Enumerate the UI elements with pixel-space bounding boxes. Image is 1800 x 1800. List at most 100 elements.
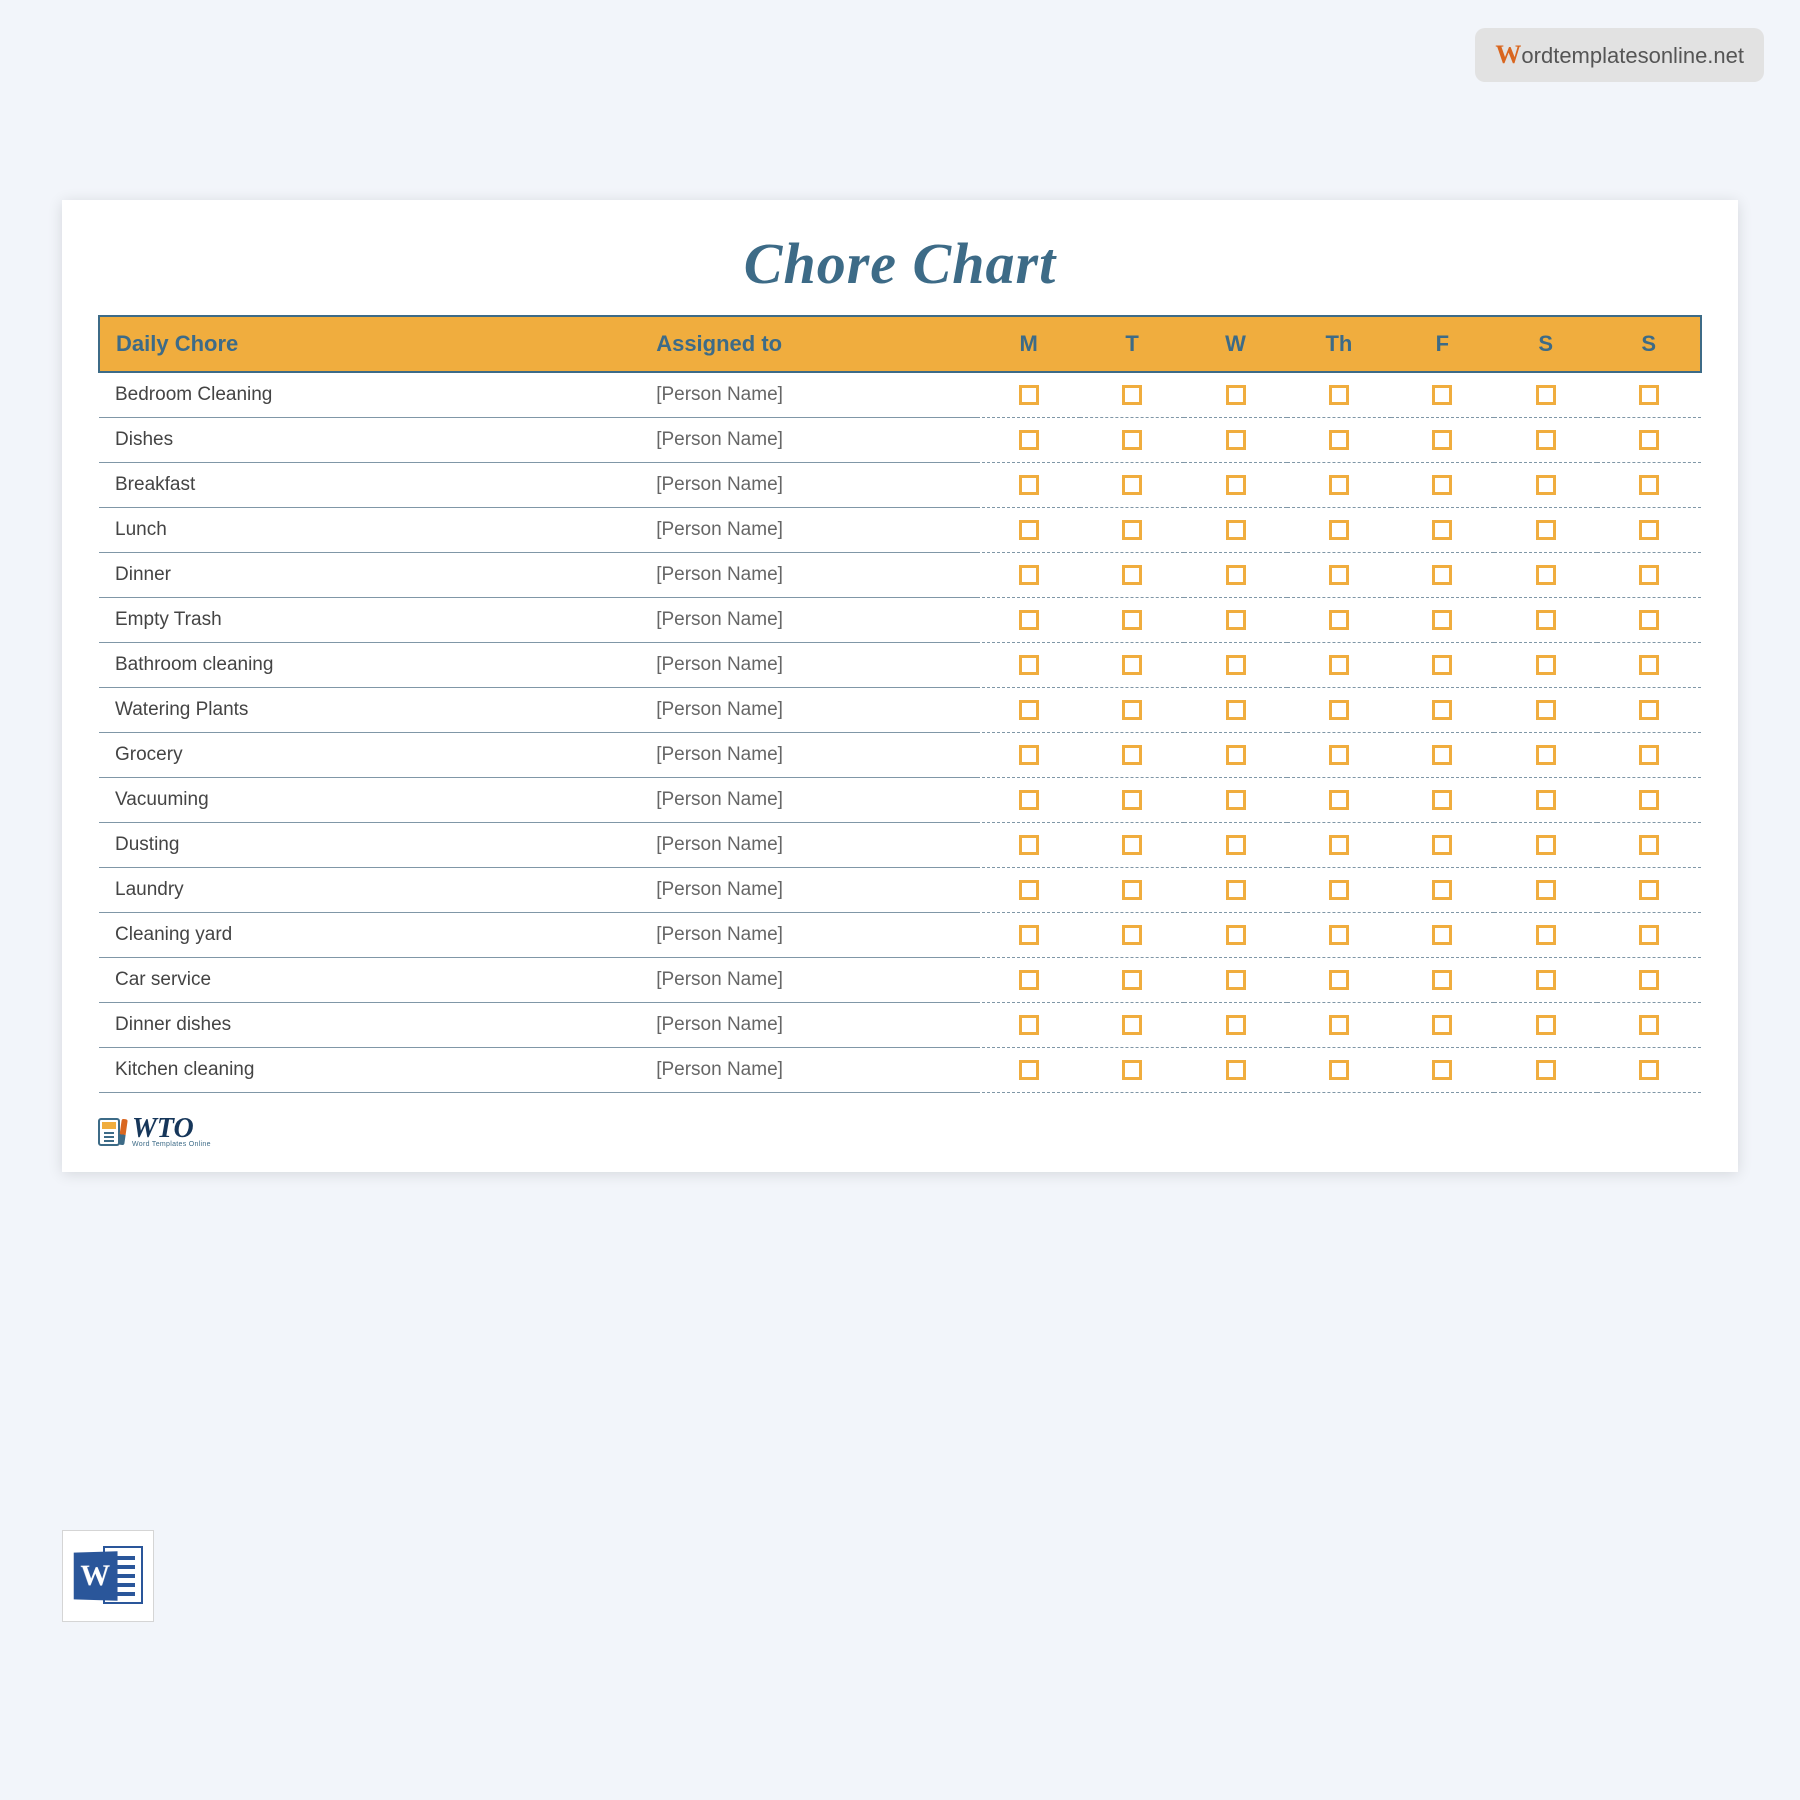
- checkbox-icon[interactable]: [1122, 880, 1142, 900]
- checkbox-icon[interactable]: [1226, 790, 1246, 810]
- checkbox-icon[interactable]: [1329, 430, 1349, 450]
- checkbox-icon[interactable]: [1122, 925, 1142, 945]
- checkbox-icon[interactable]: [1019, 610, 1039, 630]
- checkbox-icon[interactable]: [1329, 700, 1349, 720]
- checkbox-icon[interactable]: [1536, 385, 1556, 405]
- checkbox-icon[interactable]: [1329, 610, 1349, 630]
- checkbox-icon[interactable]: [1329, 835, 1349, 855]
- checkbox-icon[interactable]: [1122, 835, 1142, 855]
- checkbox-icon[interactable]: [1226, 835, 1246, 855]
- checkbox-icon[interactable]: [1432, 655, 1452, 675]
- checkbox-icon[interactable]: [1536, 745, 1556, 765]
- checkbox-icon[interactable]: [1639, 1060, 1659, 1080]
- checkbox-icon[interactable]: [1122, 655, 1142, 675]
- checkbox-icon[interactable]: [1432, 790, 1452, 810]
- checkbox-icon[interactable]: [1536, 475, 1556, 495]
- checkbox-icon[interactable]: [1329, 655, 1349, 675]
- checkbox-icon[interactable]: [1122, 520, 1142, 540]
- checkbox-icon[interactable]: [1226, 475, 1246, 495]
- checkbox-icon[interactable]: [1432, 925, 1452, 945]
- checkbox-icon[interactable]: [1019, 745, 1039, 765]
- checkbox-icon[interactable]: [1122, 1015, 1142, 1035]
- checkbox-icon[interactable]: [1019, 790, 1039, 810]
- checkbox-icon[interactable]: [1329, 925, 1349, 945]
- checkbox-icon[interactable]: [1122, 1060, 1142, 1080]
- checkbox-icon[interactable]: [1432, 430, 1452, 450]
- checkbox-icon[interactable]: [1226, 655, 1246, 675]
- checkbox-icon[interactable]: [1226, 880, 1246, 900]
- checkbox-icon[interactable]: [1536, 655, 1556, 675]
- checkbox-icon[interactable]: [1329, 1015, 1349, 1035]
- checkbox-icon[interactable]: [1122, 610, 1142, 630]
- checkbox-icon[interactable]: [1122, 745, 1142, 765]
- checkbox-icon[interactable]: [1536, 835, 1556, 855]
- checkbox-icon[interactable]: [1432, 520, 1452, 540]
- checkbox-icon[interactable]: [1329, 385, 1349, 405]
- checkbox-icon[interactable]: [1432, 700, 1452, 720]
- checkbox-icon[interactable]: [1019, 385, 1039, 405]
- checkbox-icon[interactable]: [1639, 790, 1659, 810]
- checkbox-icon[interactable]: [1226, 385, 1246, 405]
- checkbox-icon[interactable]: [1536, 1015, 1556, 1035]
- checkbox-icon[interactable]: [1226, 745, 1246, 765]
- checkbox-icon[interactable]: [1226, 925, 1246, 945]
- checkbox-icon[interactable]: [1432, 475, 1452, 495]
- checkbox-icon[interactable]: [1019, 970, 1039, 990]
- checkbox-icon[interactable]: [1639, 385, 1659, 405]
- checkbox-icon[interactable]: [1432, 970, 1452, 990]
- checkbox-icon[interactable]: [1329, 565, 1349, 585]
- checkbox-icon[interactable]: [1329, 475, 1349, 495]
- checkbox-icon[interactable]: [1019, 520, 1039, 540]
- checkbox-icon[interactable]: [1432, 835, 1452, 855]
- checkbox-icon[interactable]: [1019, 430, 1039, 450]
- checkbox-icon[interactable]: [1639, 655, 1659, 675]
- checkbox-icon[interactable]: [1536, 970, 1556, 990]
- checkbox-icon[interactable]: [1432, 610, 1452, 630]
- checkbox-icon[interactable]: [1639, 700, 1659, 720]
- checkbox-icon[interactable]: [1019, 655, 1039, 675]
- checkbox-icon[interactable]: [1019, 565, 1039, 585]
- checkbox-icon[interactable]: [1329, 745, 1349, 765]
- checkbox-icon[interactable]: [1639, 970, 1659, 990]
- checkbox-icon[interactable]: [1639, 430, 1659, 450]
- checkbox-icon[interactable]: [1226, 565, 1246, 585]
- checkbox-icon[interactable]: [1019, 925, 1039, 945]
- checkbox-icon[interactable]: [1639, 565, 1659, 585]
- checkbox-icon[interactable]: [1536, 430, 1556, 450]
- checkbox-icon[interactable]: [1639, 835, 1659, 855]
- checkbox-icon[interactable]: [1639, 475, 1659, 495]
- checkbox-icon[interactable]: [1122, 700, 1142, 720]
- checkbox-icon[interactable]: [1226, 970, 1246, 990]
- checkbox-icon[interactable]: [1122, 970, 1142, 990]
- checkbox-icon[interactable]: [1122, 475, 1142, 495]
- checkbox-icon[interactable]: [1536, 1060, 1556, 1080]
- checkbox-icon[interactable]: [1536, 700, 1556, 720]
- checkbox-icon[interactable]: [1432, 385, 1452, 405]
- checkbox-icon[interactable]: [1226, 610, 1246, 630]
- checkbox-icon[interactable]: [1019, 1060, 1039, 1080]
- checkbox-icon[interactable]: [1432, 880, 1452, 900]
- checkbox-icon[interactable]: [1122, 790, 1142, 810]
- checkbox-icon[interactable]: [1122, 565, 1142, 585]
- checkbox-icon[interactable]: [1122, 430, 1142, 450]
- checkbox-icon[interactable]: [1536, 790, 1556, 810]
- checkbox-icon[interactable]: [1536, 925, 1556, 945]
- checkbox-icon[interactable]: [1639, 1015, 1659, 1035]
- checkbox-icon[interactable]: [1639, 880, 1659, 900]
- checkbox-icon[interactable]: [1329, 970, 1349, 990]
- checkbox-icon[interactable]: [1019, 880, 1039, 900]
- checkbox-icon[interactable]: [1639, 745, 1659, 765]
- checkbox-icon[interactable]: [1639, 520, 1659, 540]
- checkbox-icon[interactable]: [1226, 430, 1246, 450]
- checkbox-icon[interactable]: [1019, 835, 1039, 855]
- checkbox-icon[interactable]: [1536, 520, 1556, 540]
- checkbox-icon[interactable]: [1226, 1015, 1246, 1035]
- checkbox-icon[interactable]: [1536, 565, 1556, 585]
- checkbox-icon[interactable]: [1019, 475, 1039, 495]
- checkbox-icon[interactable]: [1329, 1060, 1349, 1080]
- checkbox-icon[interactable]: [1639, 610, 1659, 630]
- checkbox-icon[interactable]: [1639, 925, 1659, 945]
- checkbox-icon[interactable]: [1019, 700, 1039, 720]
- checkbox-icon[interactable]: [1019, 1015, 1039, 1035]
- checkbox-icon[interactable]: [1432, 1015, 1452, 1035]
